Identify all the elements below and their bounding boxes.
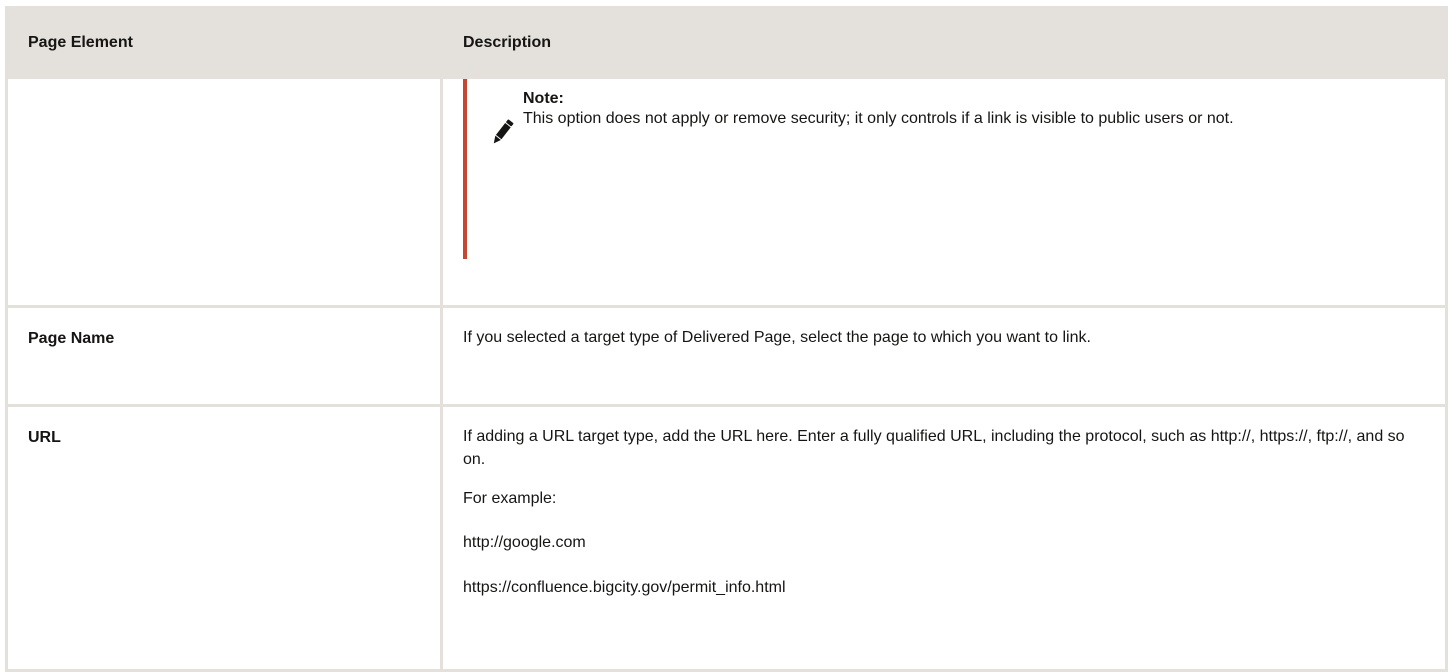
example-label: For example: (463, 490, 557, 507)
table-row: Note: This option does not apply or remo… (5, 76, 1448, 308)
note-description-cell: Note: This option does not apply or remo… (440, 76, 1448, 308)
note-callout: Note: This option does not apply or remo… (463, 79, 1425, 259)
page-element-table: Page Element Description Note: This opti… (5, 6, 1448, 672)
element-url: URL (5, 404, 443, 672)
header-description: Description (440, 6, 1448, 79)
example-url: http://google.com (463, 534, 586, 551)
element-page-name: Page Name (5, 305, 443, 407)
description-text: If adding a URL target type, add the URL… (463, 428, 1405, 468)
table-row: Page Name If you selected a target type … (5, 305, 1448, 407)
pencil-icon (493, 119, 514, 144)
example-url: https://confluence.bigcity.gov/permit_in… (463, 579, 786, 596)
note-title: Note: (523, 90, 564, 107)
table-header-row: Page Element Description (5, 6, 1448, 79)
table-row: URL If adding a URL target type, add the… (5, 404, 1448, 672)
empty-element-cell (5, 76, 443, 308)
description-text: If you selected a target type of Deliver… (463, 329, 1091, 346)
note-text: This option does not apply or remove sec… (523, 110, 1234, 127)
description-url: If adding a URL target type, add the URL… (440, 404, 1448, 672)
header-page-element: Page Element (5, 6, 443, 79)
description-page-name: If you selected a target type of Deliver… (440, 305, 1448, 407)
